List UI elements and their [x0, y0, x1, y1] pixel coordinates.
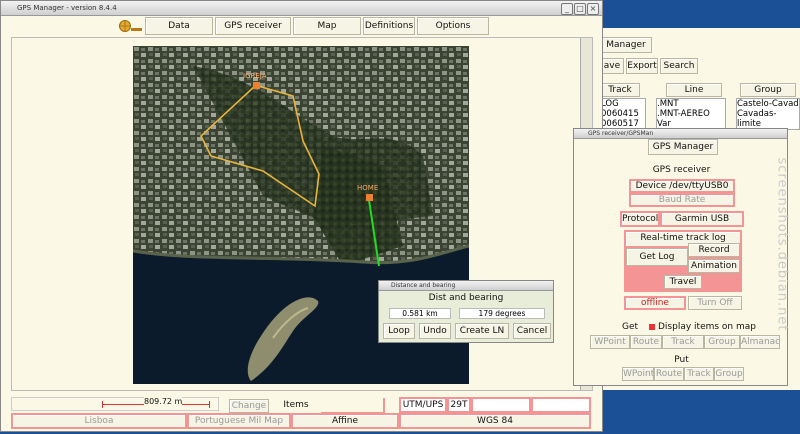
status-blank-field: [321, 398, 385, 414]
put-group-button[interactable]: Group: [714, 367, 744, 381]
app-logo-icon: [117, 19, 143, 33]
scale-left-tick: [102, 401, 103, 408]
undo-button[interactable]: Undo: [419, 323, 451, 339]
loop-button[interactable]: Loop: [383, 323, 415, 339]
dialog-title: Distance and bearing: [391, 282, 456, 289]
dist-bearing-dialog: Distance and bearing Dist and bearing 0.…: [378, 280, 554, 343]
gps-manager-button[interactable]: GPS Manager: [648, 139, 718, 155]
save-button[interactable]: ave: [600, 58, 624, 74]
track-list[interactable]: LOG 0060415 0060517: [600, 98, 646, 130]
get-group-button[interactable]: Group: [704, 335, 740, 349]
receiver-titlebar[interactable]: GPS receiver/GPSMan: [574, 129, 787, 139]
window-title: GPS Manager - version 8.4.4: [17, 4, 117, 12]
get-wpoint-button[interactable]: WPoint: [590, 335, 630, 349]
datum-field[interactable]: WGS 84: [399, 413, 591, 429]
gps-receiver-window: GPS receiver/GPSMan GPS Manager GPS rece…: [573, 128, 788, 386]
gps-receiver-section-title: GPS receiver: [652, 165, 711, 175]
place-name-field[interactable]: Lisboa: [11, 413, 187, 429]
put-track-button[interactable]: Track: [684, 367, 714, 381]
get-log-button[interactable]: Get Log: [626, 248, 688, 266]
line-list[interactable]: .MNT .MNT-AEREO Var: [656, 98, 726, 130]
offline-status: offline: [624, 296, 686, 310]
receiver-title: GPS receiver/GPSMan: [588, 130, 654, 137]
display-items-label[interactable]: Display items on map: [658, 322, 756, 332]
list-item[interactable]: .MNT-AEREO: [657, 109, 725, 119]
status-bar: 809.72 m Change Items UTM/UPS 29T Lisboa…: [11, 395, 593, 429]
animation-button[interactable]: Animation: [688, 259, 740, 273]
list-item[interactable]: Cavadas-limite: [737, 109, 799, 129]
search-button[interactable]: Search: [660, 58, 698, 74]
put-route-button[interactable]: Route: [654, 367, 684, 381]
change-button[interactable]: Change: [229, 399, 269, 413]
menu-gps-receiver[interactable]: GPS receiver: [215, 17, 291, 35]
record-button[interactable]: Record: [688, 243, 740, 257]
line-column-header[interactable]: Line: [666, 83, 722, 97]
track-column-header[interactable]: Track: [600, 83, 640, 97]
protocol-label[interactable]: Protocol: [620, 211, 660, 227]
display-items-checkbox[interactable]: [649, 324, 655, 330]
scale-box: 809.72 m: [11, 397, 219, 411]
minimize-icon[interactable]: _: [561, 3, 573, 15]
turn-off-button[interactable]: Turn Off: [688, 296, 742, 310]
main-window: GPS Manager - version 8.4.4 × □ _ Data G…: [0, 0, 603, 432]
menu-definitions[interactable]: Definitions: [363, 17, 415, 35]
datum-format-field[interactable]: UTM/UPS: [399, 397, 447, 413]
close-icon[interactable]: ×: [587, 3, 599, 15]
group-list[interactable]: Castelo-Cavad Cavadas-limite Cluster 0: [736, 98, 800, 139]
scale-text: 809.72 m: [144, 397, 183, 406]
northing-field[interactable]: [531, 397, 591, 413]
protocol-value[interactable]: Garmin USB: [660, 211, 744, 227]
dialog-titlebar[interactable]: Distance and bearing: [379, 281, 553, 291]
group-column-header[interactable]: Group: [740, 83, 796, 97]
device-field[interactable]: Device /dev/ttyUSB0: [629, 179, 735, 193]
zone-field[interactable]: 29T: [447, 397, 471, 413]
get-track-button[interactable]: Track: [662, 335, 704, 349]
map-grid-field[interactable]: Portuguese Mil Map: [187, 413, 291, 429]
items-button[interactable]: Items: [281, 399, 311, 413]
dist-bearing-heading: Dist and bearing: [428, 293, 504, 303]
easting-field[interactable]: [471, 397, 531, 413]
list-item[interactable]: .MNT: [657, 99, 725, 109]
create-ln-button[interactable]: Create LN: [455, 323, 509, 339]
manager-title-button[interactable]: Manager: [600, 37, 652, 53]
waypoint-home-label: HOME: [357, 184, 378, 192]
maximize-icon[interactable]: □: [574, 3, 586, 15]
watermark: screenshots.debian.net: [772, 150, 792, 350]
get-label: Get: [622, 322, 639, 332]
bearing-field: 179 degrees: [459, 308, 545, 319]
watermark-text: screenshots.debian.net: [774, 157, 790, 332]
distance-field: 0.581 km: [389, 308, 451, 319]
menu-data[interactable]: Data: [145, 17, 213, 35]
cancel-button[interactable]: Cancel: [513, 323, 551, 339]
projection-field[interactable]: Affine: [291, 413, 399, 429]
list-item[interactable]: LOG: [601, 99, 645, 109]
travel-button[interactable]: Travel: [664, 275, 702, 289]
menu-map[interactable]: Map: [293, 17, 361, 35]
waypoint-igreja-label: IGREJA: [243, 72, 267, 80]
put-label: Put: [674, 355, 689, 365]
main-titlebar[interactable]: GPS Manager - version 8.4.4 × □ _: [1, 1, 602, 16]
export-button[interactable]: Export: [626, 58, 658, 74]
scale-right-tick: [209, 401, 210, 408]
baud-rate-button[interactable]: Baud Rate: [629, 193, 735, 207]
put-wpoint-button[interactable]: WPoint: [622, 367, 654, 381]
menu-options[interactable]: Options: [417, 17, 489, 35]
get-route-button[interactable]: Route: [630, 335, 662, 349]
list-item[interactable]: 0060415: [601, 109, 645, 119]
list-item[interactable]: Castelo-Cavad: [737, 99, 799, 109]
